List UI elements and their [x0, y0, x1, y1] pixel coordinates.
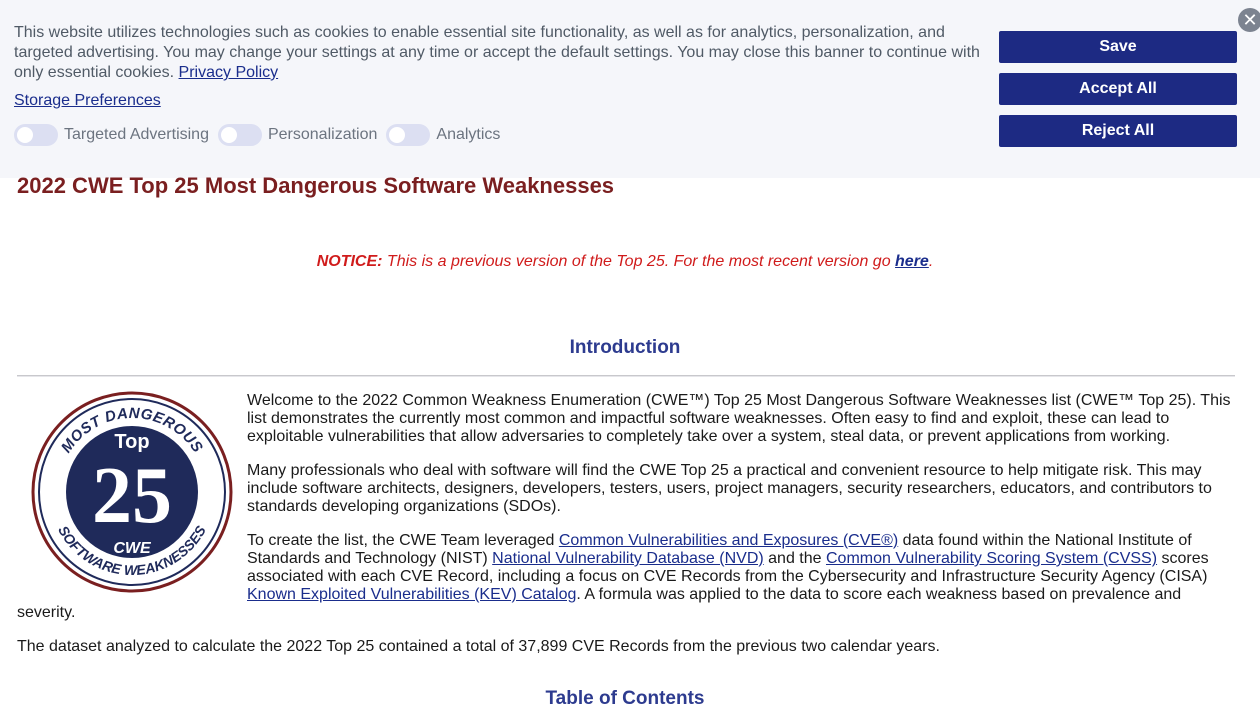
cookie-banner-message: This website utilizes technologies such … — [14, 24, 980, 81]
divider — [17, 375, 1235, 377]
introduction-heading: Introduction — [569, 337, 681, 358]
intro-paragraph-3-wrap: severity. — [17, 604, 76, 621]
targeted-advertising-switch[interactable] — [14, 124, 58, 146]
storage-preferences-link[interactable]: Storage Preferences — [14, 91, 161, 111]
table-of-contents-heading: Table of Contents — [545, 688, 705, 709]
privacy-policy-link[interactable]: Privacy Policy — [179, 64, 279, 81]
toggle-analytics[interactable]: Analytics — [386, 124, 500, 146]
close-icon[interactable]: ✕ — [1238, 8, 1260, 32]
page-title: 2022 CWE Top 25 Most Dangerous Software … — [17, 173, 615, 198]
reject-all-button[interactable]: Reject All — [999, 115, 1237, 147]
toggle-personalization[interactable]: Personalization — [217, 124, 378, 146]
cookie-banner: This website utilizes technologies such … — [0, 0, 1260, 178]
notice-end: . — [928, 253, 934, 270]
cvss-link[interactable]: Common Vulnerability Scoring System (CVS… — [826, 550, 1157, 567]
toggle-label: Personalization — [267, 126, 378, 143]
p3-text-e: . A formula was applied to the data to s… — [576, 586, 1182, 603]
notice-text: This is a previous version of the Top 25… — [382, 253, 896, 270]
p3-text-a: To create the list, the CWE Team leverag… — [247, 532, 559, 549]
kev-catalog-link[interactable]: Known Exploited Vulnerabilities (KEV) Ca… — [247, 586, 576, 603]
cookie-toggles: Targeted Advertising Personalization Ana… — [14, 124, 509, 146]
cookie-banner-text: This website utilizes technologies such … — [14, 23, 989, 83]
badge-number: 25 — [92, 452, 172, 540]
analytics-switch[interactable] — [386, 124, 431, 146]
intro-paragraph-4: The dataset analyzed to calculate the 20… — [17, 638, 940, 655]
p3-text-c: and the — [763, 550, 826, 567]
notice-label: NOTICE: — [316, 253, 383, 270]
intro-paragraph-2: Many professionals who deal with softwar… — [247, 462, 1212, 515]
switch-knob — [220, 127, 237, 143]
notice-here-link[interactable]: here — [895, 253, 929, 270]
nvd-link[interactable]: National Vulnerability Database (NVD) — [492, 550, 764, 567]
top25-badge-logo: MOST DANGEROUS SOFTWARE WEAKNESSES Top 2… — [31, 391, 233, 593]
toggle-label: Analytics — [436, 126, 501, 143]
personalization-switch[interactable] — [217, 124, 262, 146]
toggle-label: Targeted Advertising — [64, 126, 209, 143]
accept-all-button[interactable]: Accept All — [999, 73, 1237, 105]
badge-cwe-logo: CWE — [113, 540, 152, 557]
notice: NOTICE: This is a previous version of th… — [0, 252, 1250, 272]
intro-paragraph-1: Welcome to the 2022 Common Weakness Enum… — [247, 392, 1231, 445]
switch-knob — [17, 127, 33, 143]
cve-link[interactable]: Common Vulnerabilities and Exposures (CV… — [559, 532, 898, 549]
toggle-targeted-advertising[interactable]: Targeted Advertising — [14, 124, 209, 146]
switch-knob — [389, 127, 406, 143]
save-button[interactable]: Save — [999, 31, 1237, 63]
badge-top-word: Top — [114, 431, 149, 453]
intro-paragraph-3: To create the list, the CWE Team leverag… — [247, 532, 1237, 604]
